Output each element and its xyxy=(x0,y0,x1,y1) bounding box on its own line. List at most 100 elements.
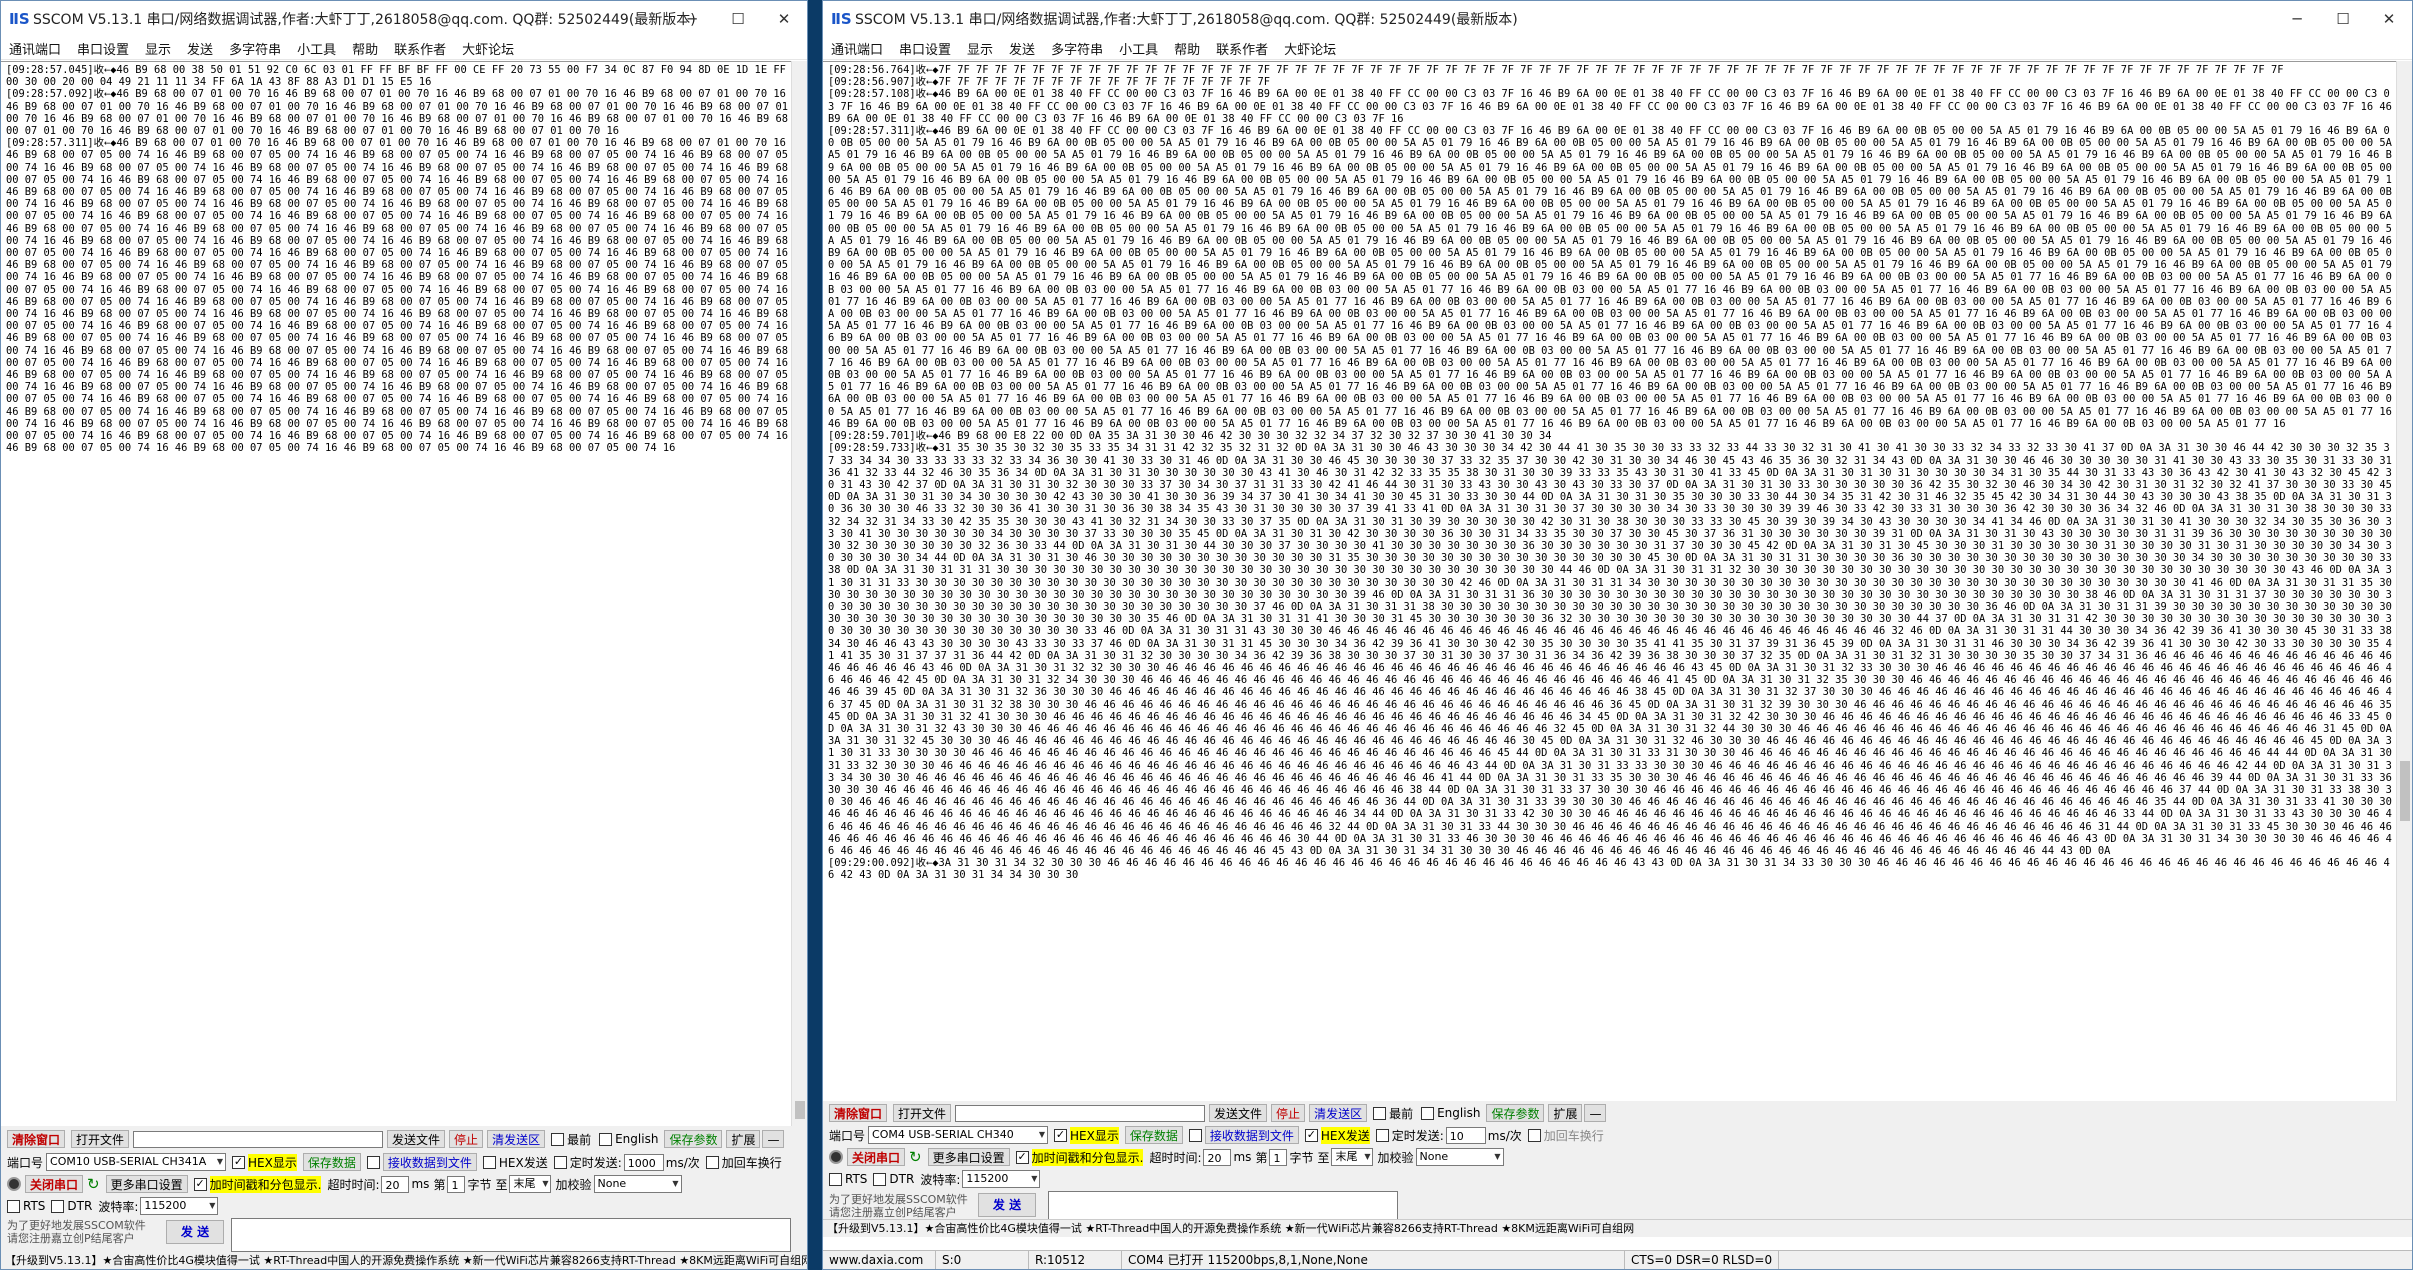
byte-input[interactable]: 1 xyxy=(447,1175,466,1193)
receive-area[interactable]: [09:28:56.764]收←◆7F 7F 7F 7F 7F 7F 7F 7F… xyxy=(823,61,2396,1102)
menu-item-multi-string[interactable]: 多字符串 xyxy=(1043,39,1111,58)
menu-item-multi-string[interactable]: 多字符串 xyxy=(221,39,289,58)
clear-window-button[interactable]: 清除窗口 xyxy=(829,1104,888,1122)
menu-item-help[interactable]: 帮助 xyxy=(344,39,386,58)
more-settings-button[interactable]: 更多串口设置 xyxy=(927,1148,1010,1166)
menu-item-port[interactable]: 通讯端口 xyxy=(823,39,891,58)
menu-item-display[interactable]: 显示 xyxy=(137,39,179,58)
send-input[interactable] xyxy=(231,1218,791,1252)
expand-button[interactable]: 扩展 xyxy=(1548,1104,1583,1122)
send-button[interactable]: 发 送 xyxy=(978,1193,1036,1217)
menu-item-port[interactable]: 通讯端口 xyxy=(1,39,69,58)
interval-input[interactable]: 10 xyxy=(1445,1126,1486,1144)
scrollbar-thumb[interactable] xyxy=(2400,761,2410,821)
close-icon[interactable]: ✕ xyxy=(2366,1,2412,37)
send-file-button[interactable]: 发送文件 xyxy=(387,1130,446,1148)
english-checkbox[interactable] xyxy=(599,1132,613,1146)
topmost-checkbox[interactable] xyxy=(551,1132,565,1146)
menu-item-forum[interactable]: 大虾论坛 xyxy=(454,39,522,58)
rts-checkbox[interactable] xyxy=(829,1172,842,1186)
send-file-button[interactable]: 发送文件 xyxy=(1209,1104,1268,1122)
collapse-button[interactable]: — xyxy=(1584,1104,1607,1122)
menu-item-contact[interactable]: 联系作者 xyxy=(1208,39,1276,58)
close-port-button[interactable]: 关闭串口 xyxy=(847,1148,906,1166)
timed-send-checkbox[interactable] xyxy=(1375,1128,1389,1142)
hex-send-checkbox[interactable] xyxy=(482,1155,496,1169)
save-data-button[interactable]: 保存数据 xyxy=(1124,1126,1183,1144)
menu-item-display[interactable]: 显示 xyxy=(959,39,1001,58)
send-button[interactable]: 发 送 xyxy=(166,1220,224,1244)
stop-button[interactable]: 停止 xyxy=(449,1130,484,1148)
add-newline-checkbox[interactable] xyxy=(1527,1128,1541,1142)
topmost-checkbox[interactable] xyxy=(1373,1106,1387,1120)
open-file-button[interactable]: 打开文件 xyxy=(893,1104,952,1122)
minimize-icon[interactable]: ─ xyxy=(2274,1,2320,37)
menu-item-tools[interactable]: 小工具 xyxy=(289,39,344,58)
menu-item-tools[interactable]: 小工具 xyxy=(1111,39,1166,58)
minimize-icon[interactable]: ─ xyxy=(669,1,715,37)
clear-send-button[interactable]: 清发送区 xyxy=(1309,1104,1368,1122)
to-select[interactable]: 末尾 xyxy=(1331,1148,1374,1166)
file-path-input[interactable] xyxy=(133,1130,384,1148)
checksum-select[interactable]: None xyxy=(1415,1148,1504,1166)
clear-window-button[interactable]: 清除窗口 xyxy=(7,1130,66,1148)
baud-select[interactable]: 115200 xyxy=(140,1197,219,1215)
recv-to-file-button[interactable]: 接收数据到文件 xyxy=(382,1153,477,1171)
expand-button[interactable]: 扩展 xyxy=(726,1130,761,1148)
save-params-button[interactable]: 保存参数 xyxy=(664,1130,723,1148)
to-select[interactable]: 末尾 xyxy=(509,1175,552,1193)
close-icon[interactable]: ✕ xyxy=(761,1,807,37)
hex-send-checkbox[interactable]: ✓ xyxy=(1304,1128,1318,1142)
add-newline-checkbox[interactable] xyxy=(705,1155,719,1169)
dtr-checkbox[interactable] xyxy=(873,1172,887,1186)
scrollbar-thumb[interactable] xyxy=(795,1101,805,1119)
interval-input[interactable]: 1000 xyxy=(623,1153,664,1171)
status-website[interactable]: www.daxia.com xyxy=(823,1251,936,1269)
checksum-select[interactable]: None xyxy=(593,1175,682,1193)
english-checkbox[interactable] xyxy=(1421,1106,1435,1120)
maximize-icon[interactable]: ☐ xyxy=(715,1,761,37)
maximize-icon[interactable]: ☐ xyxy=(2320,1,2366,37)
open-file-button[interactable]: 打开文件 xyxy=(71,1130,130,1148)
menu-item-send[interactable]: 发送 xyxy=(1001,39,1043,58)
receive-scrollbar[interactable] xyxy=(791,61,807,1126)
clear-send-button[interactable]: 清发送区 xyxy=(487,1130,546,1148)
port-status-indicator-icon xyxy=(829,1150,843,1164)
receive-scrollbar[interactable] xyxy=(2396,61,2412,1101)
menu-item-send[interactable]: 发送 xyxy=(179,39,221,58)
baud-select[interactable]: 115200 xyxy=(962,1170,1041,1188)
file-path-input[interactable] xyxy=(955,1104,1206,1122)
menu-item-forum[interactable]: 大虾论坛 xyxy=(1276,39,1344,58)
timestamp-checkbox[interactable]: ✓ xyxy=(193,1177,207,1191)
close-port-button[interactable]: 关闭串口 xyxy=(25,1175,84,1193)
promo-bar[interactable]: 【升级到V5.13.1】★合宙高性价比4G模块值得一试 ★RT-Thread中国… xyxy=(823,1219,2412,1237)
port-select[interactable]: COM10 USB-SERIAL CH341A xyxy=(46,1153,227,1171)
timeout-input[interactable]: 20 xyxy=(1203,1148,1232,1166)
port-select[interactable]: COM4 USB-SERIAL CH340 xyxy=(868,1126,1049,1144)
timeout-input[interactable]: 20 xyxy=(381,1175,410,1193)
menu-item-serial-settings[interactable]: 串口设置 xyxy=(69,39,137,58)
byte-prefix: 第 xyxy=(433,1177,446,1192)
recv-to-file-button[interactable]: 接收数据到文件 xyxy=(1204,1126,1299,1144)
hex-show-checkbox[interactable]: ✓ xyxy=(232,1155,246,1169)
recv-to-file-checkbox[interactable] xyxy=(366,1155,380,1169)
timestamp-checkbox[interactable]: ✓ xyxy=(1015,1150,1029,1164)
refresh-icon[interactable]: ↻ xyxy=(87,1175,100,1193)
collapse-button[interactable]: — xyxy=(762,1130,785,1148)
menu-item-help[interactable]: 帮助 xyxy=(1166,39,1208,58)
save-data-button[interactable]: 保存数据 xyxy=(302,1153,361,1171)
dtr-checkbox[interactable] xyxy=(51,1199,65,1213)
promo-bar[interactable]: 【升级到V5.13.1】★合宙高性价比4G模块值得一试 ★RT-Thread中国… xyxy=(1,1253,807,1269)
save-params-button[interactable]: 保存参数 xyxy=(1486,1104,1545,1122)
more-settings-button[interactable]: 更多串口设置 xyxy=(105,1175,188,1193)
refresh-icon[interactable]: ↻ xyxy=(909,1148,922,1166)
receive-area[interactable]: [09:28:57.045]收←◆46 B9 68 00 38 50 01 51… xyxy=(1,61,791,1127)
menu-item-contact[interactable]: 联系作者 xyxy=(386,39,454,58)
stop-button[interactable]: 停止 xyxy=(1271,1104,1306,1122)
recv-to-file-checkbox[interactable] xyxy=(1188,1128,1202,1142)
byte-input[interactable]: 1 xyxy=(1269,1148,1288,1166)
rts-checkbox[interactable] xyxy=(7,1199,20,1213)
hex-show-checkbox[interactable]: ✓ xyxy=(1054,1128,1068,1142)
timed-send-checkbox[interactable] xyxy=(553,1155,567,1169)
menu-item-serial-settings[interactable]: 串口设置 xyxy=(891,39,959,58)
